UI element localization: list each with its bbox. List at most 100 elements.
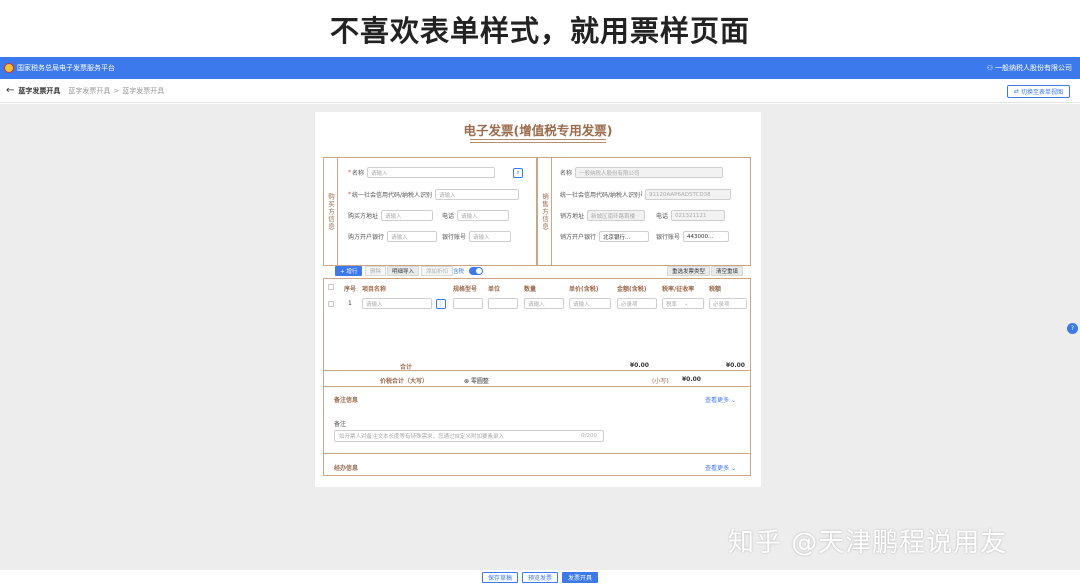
buyer-account-input[interactable]: 请输入 bbox=[469, 231, 512, 242]
price-tax-label: 价税合计（大写） bbox=[380, 378, 429, 385]
breadcrumb-item[interactable]: 蓝字发票开具 bbox=[68, 86, 110, 96]
save-draft-button[interactable]: 保存草稿 bbox=[481, 572, 518, 583]
bottom-action-bar: 保存草稿 预览发票 发票开具 bbox=[0, 570, 1080, 585]
tax-rate-placeholder: 税率 bbox=[666, 301, 678, 308]
title-underline bbox=[470, 139, 606, 140]
seller-side-label: 销售方信息 bbox=[538, 158, 552, 265]
field-label: 销方开户银行 bbox=[560, 234, 597, 241]
user-name: 一般纳税人股份有限公司 bbox=[995, 64, 1072, 72]
column-header: 规格型号 bbox=[453, 286, 478, 293]
buyer-phone-field: 电话 请输入 bbox=[442, 210, 510, 221]
reselect-invoice-type-button[interactable]: 重选发票类型 bbox=[667, 266, 711, 276]
help-float-icon[interactable]: ? bbox=[1067, 323, 1078, 334]
seller-address-field: 销方地址 新城区南环路首楼 bbox=[560, 210, 646, 221]
quantity-input[interactable]: 请输入 bbox=[524, 298, 564, 309]
column-header: 税率/征收率 bbox=[662, 286, 695, 293]
total-amount: ¥0.00 bbox=[630, 362, 649, 369]
batch-import-button[interactable]: 明细导入 bbox=[387, 266, 420, 276]
page-title: 蓝字发票开具 bbox=[18, 86, 61, 95]
title-underline bbox=[470, 142, 606, 143]
tax-amount-input[interactable]: 必录项 bbox=[709, 298, 747, 309]
platform-name: 国家税务总局电子发票服务平台 bbox=[17, 64, 115, 72]
issue-invoice-button[interactable]: 发票开具 bbox=[562, 572, 599, 583]
buyer-account-field: 银行账号 请输入 bbox=[442, 231, 512, 242]
field-label: 电话 bbox=[442, 213, 455, 220]
seller-name-input: 一般纳税人股份有限公司 bbox=[575, 167, 724, 178]
remark-placeholder: 如开票人对备注文本长度等有特殊需求，您通过自定义附加要素录入 bbox=[339, 434, 505, 440]
column-header: 单位 bbox=[488, 286, 501, 293]
column-header: 序号 bbox=[344, 286, 357, 293]
workspace: 电子发票(增值税专用发票) 购买方信息 * 名称 请输入 ⌕ * 统一社会信用代码/… bbox=[0, 104, 1080, 570]
field-label: 银行账号 bbox=[442, 234, 467, 241]
buyer-phone-input[interactable]: 请输入 bbox=[457, 210, 510, 221]
switch-label: 切换至表单视图 bbox=[1020, 89, 1063, 96]
item-name-input[interactable]: 请输入 bbox=[362, 298, 432, 309]
preview-invoice-button[interactable]: 预览发票 bbox=[521, 572, 558, 583]
select-buyer-icon[interactable]: ⌕ bbox=[513, 168, 523, 178]
item-select-icon[interactable]: ⋮ bbox=[436, 299, 446, 309]
national-emblem-icon bbox=[4, 63, 14, 73]
remark-more-link[interactable]: 查看更多 ⌄ bbox=[705, 395, 736, 404]
buyer-taxid-input[interactable]: 请输入 bbox=[435, 189, 519, 200]
remark-input[interactable]: 如开票人对备注文本长度等有特殊需求，您通过自定义附加要素录入 0/200 bbox=[334, 430, 604, 442]
app-header: 国家税务总局电子发票服务平台 ⚇ 一般纳税人股份有限公司 bbox=[0, 57, 1080, 79]
row-number: 1 bbox=[348, 300, 352, 307]
field-label: 购方开户银行 bbox=[348, 234, 385, 241]
seller-bank-select[interactable]: 北京银行... bbox=[599, 231, 650, 242]
breadcrumb-bar: ← 蓝字发票开具 蓝字发票开具 > 蓝字发票开具 ⇄ 切换至表单视图 bbox=[0, 79, 1080, 103]
price-tax-words: ⊗ 零圆整 bbox=[464, 378, 489, 385]
seller-account-select[interactable]: 443000... bbox=[683, 231, 730, 242]
buyer-bank-field: 购方开户银行 请输入 bbox=[348, 231, 438, 242]
buyer-name-input[interactable]: 请输入 bbox=[367, 167, 496, 178]
price-tax-small-value: ¥0.00 bbox=[682, 376, 701, 383]
field-label: 名称 bbox=[352, 170, 365, 177]
back-arrow-icon[interactable]: ← bbox=[6, 85, 14, 96]
unit-price-input[interactable]: 请输入 bbox=[569, 298, 611, 309]
seller-info-box: 销售方信息 名称 一般纳税人股份有限公司 统一社会信用代码/纳税人识别号 911… bbox=[537, 157, 751, 266]
agent-section-title: 经办信息 bbox=[334, 465, 359, 472]
price-tax-total-row: 价税合计（大写） ⊗ 零圆整 (小写) ¥0.00 bbox=[323, 370, 751, 387]
select-all-checkbox[interactable] bbox=[328, 284, 334, 290]
remark-label: 备注 bbox=[334, 421, 347, 428]
price-tax-small-label: (小写) bbox=[652, 378, 669, 385]
buyer-address-field: 购买方地址 请输入 bbox=[348, 210, 434, 221]
field-label: 统一社会信用代码/纳税人识别号 bbox=[352, 192, 432, 199]
remark-section-title: 备注信息 bbox=[334, 397, 359, 404]
seller-name-field: 名称 一般纳税人股份有限公司 bbox=[560, 167, 724, 178]
tax-inclusive-toggle[interactable] bbox=[469, 267, 483, 275]
switch-icon: ⇄ bbox=[1014, 88, 1021, 95]
seller-address-input: 新城区南环路首楼 bbox=[587, 210, 646, 221]
buyer-side-label: 购买方信息 bbox=[324, 158, 338, 265]
buyer-address-input[interactable]: 请输入 bbox=[381, 210, 434, 221]
tax-inclusive-label: 含税 bbox=[453, 269, 465, 275]
buyer-bank-input[interactable]: 请输入 bbox=[387, 231, 438, 242]
field-label: 银行账号 bbox=[656, 234, 681, 241]
tax-rate-select[interactable]: 税率 ⌄ bbox=[662, 298, 704, 309]
column-header: 单价(含税) bbox=[569, 286, 599, 293]
platform-brand[interactable]: 国家税务总局电子发票服务平台 bbox=[4, 63, 115, 73]
unit-input[interactable] bbox=[488, 298, 518, 309]
clear-refill-button[interactable]: 清空重填 bbox=[711, 266, 744, 276]
seller-taxid-field: 统一社会信用代码/纳税人识别号 91120AAP6AD5TCD38 bbox=[560, 189, 731, 200]
items-toolbar: + 增行 删除 明细导入 添加折扣 含税 重选发票类型 清空重填 bbox=[323, 264, 751, 278]
delete-row-button[interactable]: 删除 bbox=[365, 266, 387, 276]
user-menu[interactable]: ⚇ 一般纳税人股份有限公司 bbox=[987, 63, 1072, 73]
amount-input[interactable]: 必录项 bbox=[617, 298, 657, 309]
spec-input[interactable] bbox=[453, 298, 483, 309]
field-label: 销方地址 bbox=[560, 213, 585, 220]
switch-to-form-view-button[interactable]: ⇄ 切换至表单视图 bbox=[1007, 85, 1070, 98]
total-tax: ¥0.00 bbox=[726, 362, 745, 369]
add-discount-button[interactable]: 添加折扣 bbox=[421, 266, 454, 276]
add-row-button[interactable]: + 增行 bbox=[335, 266, 363, 276]
user-icon: ⚇ bbox=[986, 64, 993, 72]
chevron-down-icon: ⌄ bbox=[684, 300, 689, 307]
row-checkbox[interactable] bbox=[328, 301, 334, 307]
field-label: 电话 bbox=[656, 213, 669, 220]
breadcrumb-separator: > bbox=[113, 86, 120, 95]
seller-phone-field: 电话 021321121 bbox=[656, 210, 726, 221]
column-header: 税额 bbox=[709, 286, 722, 293]
invoice-title: 电子发票(增值税专用发票) bbox=[463, 123, 613, 138]
agent-more-link[interactable]: 查看更多 ⌄ bbox=[705, 463, 736, 472]
remark-char-counter: 0/200 bbox=[581, 433, 597, 439]
buyer-name-field: * 名称 请输入 bbox=[348, 167, 496, 178]
